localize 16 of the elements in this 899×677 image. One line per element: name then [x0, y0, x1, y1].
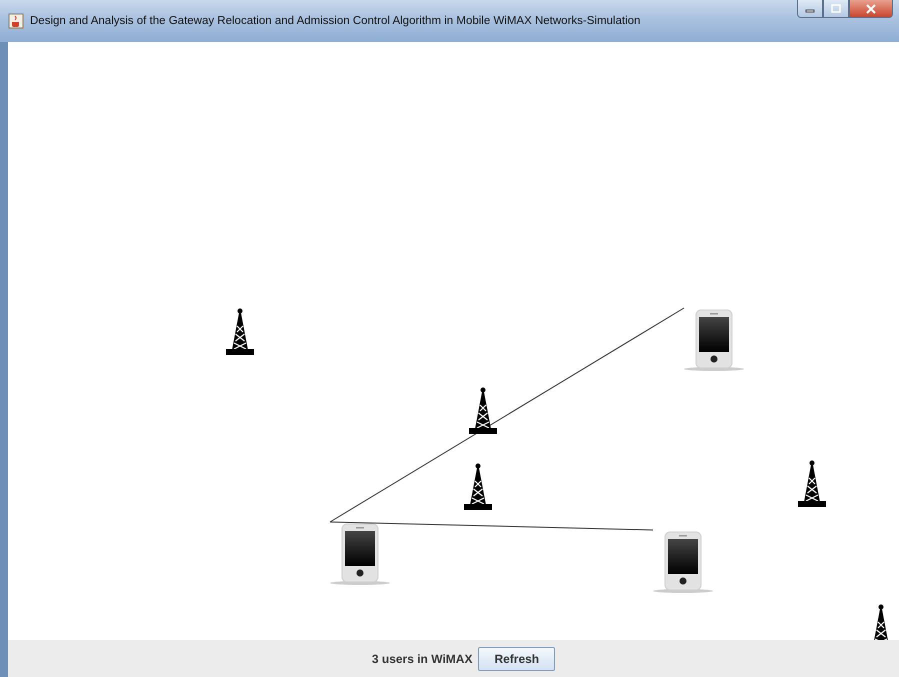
close-button[interactable] — [849, 0, 893, 18]
maximize-icon — [831, 4, 841, 13]
window-title: Design and Analysis of the Gateway Relocation and Admission Control Algorithm in Mobile WiMAX Networks-Simulation — [30, 15, 642, 27]
tower-icon — [468, 387, 498, 435]
user-count-label: 3 users in WiMAX — [372, 652, 472, 666]
close-icon — [866, 4, 876, 14]
maximize-button[interactable] — [823, 0, 849, 18]
java-cup-icon — [8, 13, 24, 29]
phone-icon — [653, 530, 713, 594]
phone-icon — [330, 522, 390, 586]
phone-icon — [684, 308, 744, 372]
tower-icon — [463, 463, 493, 511]
refresh-button[interactable]: Refresh — [478, 646, 556, 670]
tower-icon — [225, 308, 255, 356]
minimize-button[interactable] — [797, 0, 823, 18]
tower-icon — [797, 460, 827, 508]
